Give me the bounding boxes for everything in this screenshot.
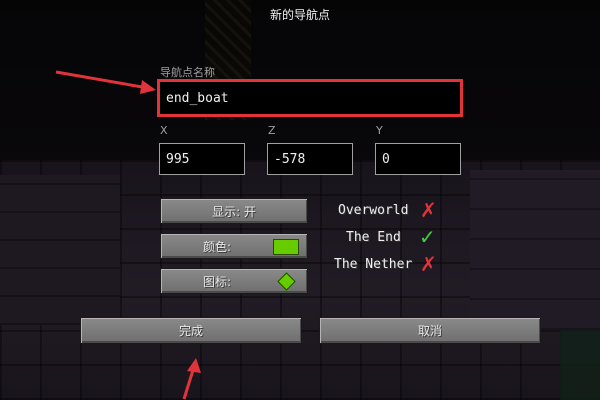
dimension-the-nether-label: The Nether [334,257,413,272]
cross-icon[interactable]: ✗ [420,200,437,220]
dimension-the-end-label: The End [346,230,401,245]
screen-title: 新的导航点 [269,8,330,22]
y-coordinate-input[interactable]: 0 [375,143,461,175]
checkmark-icon[interactable]: ✓ [419,227,436,247]
z-label: Z [268,124,276,137]
dimension-the-nether[interactable]: The Nether [334,257,412,272]
annotation-arrow-done [182,358,201,400]
y-label: Y [376,124,383,137]
icon-picker-button[interactable]: 图标: [160,268,308,294]
cross-icon[interactable]: ✗ [420,254,437,274]
icon-label: 图标: [203,274,232,289]
dimension-the-end[interactable]: The End [346,230,401,245]
x-value: 995 [166,151,190,167]
cancel-button[interactable]: 取消 [319,317,541,344]
z-value: -578 [274,151,306,167]
z-coordinate-input[interactable]: -578 [267,143,353,175]
dimension-overworld[interactable]: Overworld [338,203,408,218]
done-button[interactable]: 完成 [80,317,302,344]
waypoint-name-value: end_boat [166,90,229,106]
visibility-label: 显示: 开 [212,204,256,219]
done-label: 完成 [178,324,203,338]
cancel-label: 取消 [417,324,442,338]
color-label: 颜色: [203,239,232,254]
visibility-toggle-button[interactable]: 显示: 开 [160,198,308,224]
color-picker-button[interactable]: 颜色: [160,233,308,259]
y-value: 0 [382,151,390,167]
annotation-arrow-name [55,70,156,94]
x-label: X [160,124,168,137]
name-field-label: 导航点名称 [160,66,215,79]
waypoint-name-input[interactable]: end_boat [157,79,463,117]
diamond-icon [277,272,296,291]
color-swatch [273,239,299,255]
dimension-overworld-label: Overworld [338,203,409,218]
x-coordinate-input[interactable]: 995 [159,143,245,175]
